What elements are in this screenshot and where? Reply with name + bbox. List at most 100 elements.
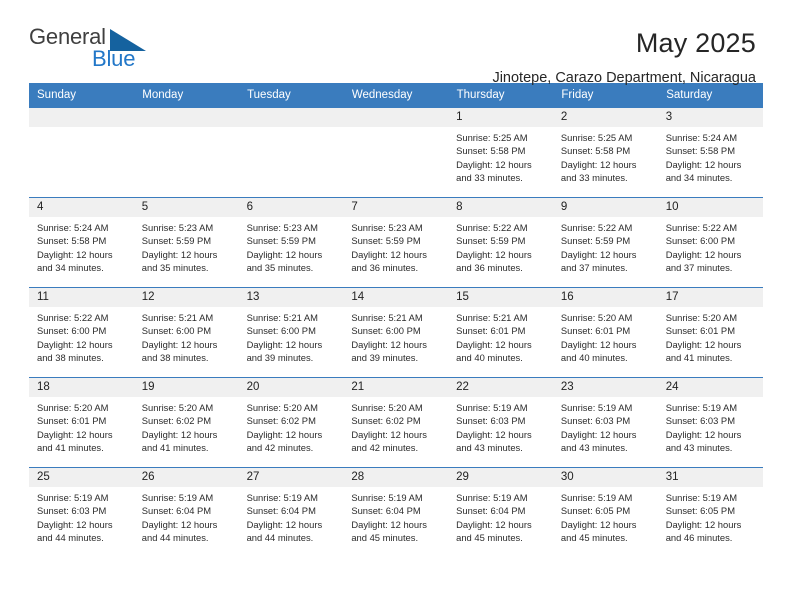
daylight-duration-line2: and 46 minutes. (665, 532, 733, 544)
calendar-day-cell[interactable]: 29 Sunrise: 5:19 AM Sunset: 6:04 PM Dayligh… (448, 467, 553, 558)
sunrise-time: Sunrise: 5:24 AM (665, 132, 738, 143)
weekday-header-monday: Monday (133, 83, 240, 108)
sunrise-time: Sunrise: 5:19 AM (246, 492, 318, 503)
calendar-day-cell[interactable]: 5 Sunrise: 5:23 AM Sunset: 5:59 PM Daylight… (133, 197, 239, 288)
calendar-day-cell[interactable]: 18 Sunrise: 5:20 AM Sunset: 6:01 PM Dayligh… (29, 377, 134, 468)
day-number: 21 (343, 378, 449, 397)
day-number: 15 (448, 288, 553, 307)
sunset-time: Sunset: 6:02 PM (351, 415, 421, 427)
day-number: 1 (448, 108, 553, 127)
general-blue-logo[interactable]: General Blue (29, 26, 149, 74)
day-details: Sunrise: 5:23 AM Sunset: 5:59 PM Daylight:… (134, 217, 239, 275)
calendar-cell-empty (238, 107, 344, 198)
calendar-day-cell[interactable]: 1 Sunrise: 5:25 AM Sunset: 5:58 PM Daylight… (448, 107, 553, 198)
sunrise-time: Sunrise: 5:24 AM (37, 222, 109, 233)
sunrise-time: Sunrise: 5:19 AM (351, 492, 423, 503)
day-number: 7 (343, 198, 449, 217)
calendar-day-cell[interactable]: 28 Sunrise: 5:19 AM Sunset: 6:04 PM Dayligh… (343, 467, 449, 558)
page-header: General Blue May 2025 Jinotepe, Carazo D… (0, 0, 792, 87)
calendar-day-cell[interactable]: 6 Sunrise: 5:23 AM Sunset: 5:59 PM Daylight… (238, 197, 344, 288)
calendar-day-cell[interactable]: 31 Sunrise: 5:19 AM Sunset: 6:05 PM Dayligh… (657, 467, 763, 558)
sunrise-time: Sunrise: 5:20 AM (351, 402, 423, 413)
calendar-day-cell[interactable]: 9 Sunrise: 5:22 AM Sunset: 5:59 PM Daylight… (552, 197, 658, 288)
calendar-day-cell[interactable]: 23 Sunrise: 5:19 AM Sunset: 6:03 PM Dayligh… (552, 377, 658, 468)
sunset-time: Sunset: 6:00 PM (37, 325, 107, 337)
calendar-day-cell[interactable]: 15 Sunrise: 5:21 AM Sunset: 6:01 PM Dayligh… (448, 287, 553, 378)
daylight-duration-line2: and 36 minutes. (351, 262, 419, 274)
weekday-header-sunday: Sunday (29, 83, 135, 108)
daylight-duration-line2: and 42 minutes. (246, 442, 314, 454)
calendar-day-cell[interactable]: 26 Sunrise: 5:19 AM Sunset: 6:04 PM Dayligh… (133, 467, 239, 558)
calendar-day-cell[interactable]: 22 Sunrise: 5:19 AM Sunset: 6:03 PM Dayligh… (448, 377, 553, 468)
day-details: Sunrise: 5:21 AM Sunset: 6:00 PM Daylight:… (134, 307, 239, 365)
daylight-duration-line2: and 43 minutes. (456, 442, 523, 454)
sunset-time: Sunset: 6:00 PM (351, 325, 421, 337)
day-number: 18 (29, 378, 134, 397)
sunrise-time: Sunrise: 5:20 AM (246, 402, 318, 413)
sunrise-time: Sunrise: 5:22 AM (37, 312, 109, 323)
calendar-day-cell[interactable]: 2 Sunrise: 5:25 AM Sunset: 5:58 PM Daylight… (552, 107, 658, 198)
daylight-duration-line1: Daylight: 12 hours (665, 428, 742, 440)
daylight-duration-line2: and 41 minutes. (37, 442, 104, 454)
day-details: Sunrise: 5:20 AM Sunset: 6:02 PM Daylight:… (134, 397, 239, 455)
day-number: 11 (29, 288, 134, 307)
day-details: Sunrise: 5:19 AM Sunset: 6:03 PM Daylight:… (448, 397, 553, 455)
calendar-day-cell[interactable]: 16 Sunrise: 5:20 AM Sunset: 6:01 PM Dayligh… (552, 287, 658, 378)
day-details: Sunrise: 5:19 AM Sunset: 6:03 PM Daylight:… (553, 397, 658, 455)
day-number: 20 (238, 378, 344, 397)
day-details: Sunrise: 5:24 AM Sunset: 5:58 PM Daylight:… (29, 217, 134, 275)
day-details: Sunrise: 5:19 AM Sunset: 6:05 PM Daylight:… (658, 487, 763, 545)
day-details: Sunrise: 5:25 AM Sunset: 5:58 PM Daylight:… (448, 127, 553, 185)
calendar-day-cell[interactable]: 25 Sunrise: 5:19 AM Sunset: 6:03 PM Dayligh… (29, 467, 134, 558)
sunset-time: Sunset: 5:59 PM (351, 235, 421, 247)
sunset-time: Sunset: 6:02 PM (246, 415, 316, 427)
calendar-day-cell[interactable]: 12 Sunrise: 5:21 AM Sunset: 6:00 PM Dayligh… (133, 287, 239, 378)
daylight-duration-line1: Daylight: 12 hours (351, 338, 427, 350)
daylight-duration-line1: Daylight: 12 hours (141, 428, 218, 440)
calendar-day-cell[interactable]: 27 Sunrise: 5:19 AM Sunset: 6:04 PM Dayligh… (238, 467, 344, 558)
sunset-time: Sunset: 6:03 PM (665, 415, 735, 427)
calendar-day-cell[interactable]: 17 Sunrise: 5:20 AM Sunset: 6:01 PM Dayligh… (657, 287, 763, 378)
day-number: 26 (133, 468, 239, 487)
calendar-day-cell[interactable]: 4 Sunrise: 5:24 AM Sunset: 5:58 PM Daylight… (29, 197, 134, 288)
sunset-time: Sunset: 6:04 PM (141, 505, 212, 517)
calendar-day-cell[interactable]: 10 Sunrise: 5:22 AM Sunset: 6:00 PM Dayligh… (657, 197, 763, 288)
sunrise-time: Sunrise: 5:19 AM (456, 402, 528, 413)
sunset-time: Sunset: 6:05 PM (560, 505, 631, 517)
daylight-duration-line1: Daylight: 12 hours (37, 428, 113, 440)
daylight-duration-line2: and 34 minutes. (37, 262, 104, 274)
day-number: 23 (552, 378, 658, 397)
calendar-day-cell[interactable]: 24 Sunrise: 5:19 AM Sunset: 6:03 PM Dayligh… (657, 377, 763, 468)
day-details: Sunrise: 5:20 AM Sunset: 6:01 PM Daylight:… (553, 307, 658, 365)
calendar-day-cell[interactable]: 20 Sunrise: 5:20 AM Sunset: 6:02 PM Dayligh… (238, 377, 344, 468)
daylight-duration-line2: and 42 minutes. (351, 442, 419, 454)
weekday-header-row: Sunday Monday Tuesday Wednesday Thursday… (29, 83, 763, 108)
sunrise-time: Sunrise: 5:22 AM (560, 222, 633, 233)
sunset-time: Sunset: 6:05 PM (665, 505, 735, 517)
day-number: 13 (238, 288, 344, 307)
daylight-duration-line1: Daylight: 12 hours (246, 248, 323, 260)
calendar-day-cell[interactable]: 8 Sunrise: 5:22 AM Sunset: 5:59 PM Daylight… (448, 197, 553, 288)
daylight-duration-line2: and 35 minutes. (141, 262, 209, 274)
weekday-header-friday: Friday (552, 83, 659, 108)
daylight-duration-line1: Daylight: 12 hours (37, 248, 113, 260)
calendar-day-cell[interactable]: 30 Sunrise: 5:19 AM Sunset: 6:05 PM Dayligh… (552, 467, 658, 558)
calendar-day-cell[interactable]: 11 Sunrise: 5:22 AM Sunset: 6:00 PM Dayligh… (29, 287, 134, 378)
sunrise-time: Sunrise: 5:21 AM (141, 312, 214, 323)
calendar-day-cell[interactable]: 13 Sunrise: 5:21 AM Sunset: 6:00 PM Dayligh… (238, 287, 344, 378)
day-details: Sunrise: 5:23 AM Sunset: 5:59 PM Daylight:… (239, 217, 344, 275)
sunset-time: Sunset: 5:59 PM (246, 235, 316, 247)
daylight-duration-line1: Daylight: 12 hours (560, 428, 637, 440)
sunset-time: Sunset: 6:01 PM (456, 325, 526, 337)
day-number: 24 (657, 378, 763, 397)
daylight-duration-line2: and 40 minutes. (560, 352, 628, 364)
calendar-day-cell[interactable]: 3 Sunrise: 5:24 AM Sunset: 5:58 PM Daylight… (657, 107, 763, 198)
day-details: Sunrise: 5:19 AM Sunset: 6:04 PM Daylight:… (343, 487, 448, 545)
calendar-day-cell[interactable]: 7 Sunrise: 5:23 AM Sunset: 5:59 PM Daylight… (343, 197, 449, 288)
calendar-day-cell[interactable]: 14 Sunrise: 5:21 AM Sunset: 6:00 PM Dayligh… (343, 287, 449, 378)
sunset-time: Sunset: 6:03 PM (37, 505, 107, 517)
calendar-day-cell[interactable]: 19 Sunrise: 5:20 AM Sunset: 6:02 PM Dayligh… (133, 377, 239, 468)
daylight-duration-line2: and 33 minutes. (456, 172, 523, 184)
calendar-day-cell[interactable]: 21 Sunrise: 5:20 AM Sunset: 6:02 PM Dayligh… (343, 377, 449, 468)
sunset-time: Sunset: 5:59 PM (456, 235, 526, 247)
